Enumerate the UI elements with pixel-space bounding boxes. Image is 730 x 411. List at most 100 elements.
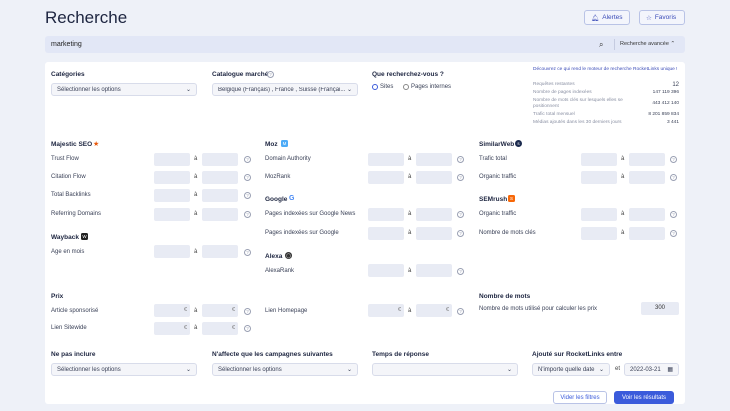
row-label: Lien Homepage: [265, 308, 308, 314]
clear-filters-button[interactable]: Vider les filtres: [553, 391, 607, 404]
help-icon[interactable]: ?: [670, 156, 677, 163]
max-input[interactable]: [629, 227, 665, 240]
search-icon[interactable]: ⌕: [599, 40, 603, 50]
max-input[interactable]: [629, 208, 665, 221]
min-input[interactable]: [581, 153, 617, 166]
catalogue-label: Catalogue marché: [212, 71, 269, 78]
discover-link[interactable]: Découvrez ce qui rend le moteur de reche…: [533, 67, 681, 73]
min-input[interactable]: [368, 171, 404, 184]
alerts-label: Alertes: [602, 14, 623, 21]
help-icon[interactable]: ?: [244, 211, 251, 218]
radio-internal-pages[interactable]: Pages internes: [403, 84, 451, 90]
min-input[interactable]: [581, 208, 617, 221]
google-title: Google: [265, 196, 288, 203]
help-icon[interactable]: ?: [457, 230, 464, 237]
favorites-button[interactable]: ☆ Favoris: [639, 10, 685, 25]
stat-label: Requêtes restantes: [533, 82, 575, 87]
chevron-down-icon: ⌄: [346, 367, 352, 373]
to-label: à: [621, 230, 625, 236]
min-input[interactable]: [154, 153, 190, 166]
help-icon[interactable]: ?: [457, 268, 464, 275]
row-label: MozRank: [265, 174, 291, 180]
max-input[interactable]: [202, 208, 238, 221]
chevron-down-icon: ⌄: [506, 367, 512, 373]
min-price-input[interactable]: €: [154, 304, 190, 317]
row-label: Lien Sitewide: [51, 325, 87, 331]
help-icon[interactable]: ?: [457, 308, 464, 315]
catalogue-select[interactable]: Belgique (Français) , France , Suisse (F…: [212, 83, 358, 96]
help-icon[interactable]: ?: [457, 174, 464, 181]
wayback-title: Wayback: [51, 234, 79, 241]
help-icon[interactable]: ?: [244, 156, 251, 163]
search-value: marketing: [51, 41, 82, 48]
added-label: Ajouté sur RocketLinks entre: [532, 351, 623, 358]
max-input[interactable]: [416, 208, 452, 221]
to-label: à: [408, 211, 412, 217]
added-to-date[interactable]: 2022-03-21 ▦: [624, 363, 679, 376]
max-input[interactable]: [629, 153, 665, 166]
advanced-search-toggle[interactable]: Recherche avancée ⌃: [620, 41, 675, 47]
to-label: à: [408, 308, 412, 314]
radio-checked-icon: [372, 84, 378, 90]
favorites-label: Favoris: [654, 14, 677, 21]
min-price-input[interactable]: €: [154, 322, 190, 335]
max-input[interactable]: [629, 171, 665, 184]
min-price-input[interactable]: €: [368, 304, 404, 317]
max-input[interactable]: [202, 171, 238, 184]
min-input[interactable]: [581, 227, 617, 240]
categories-select[interactable]: Sélectionner les options ⌄: [51, 83, 197, 96]
added-from-select[interactable]: N'importe quelle date ⌄: [532, 363, 610, 376]
to-label: à: [194, 249, 198, 255]
max-price-input[interactable]: €: [202, 304, 238, 317]
chevron-down-icon: ⌄: [346, 87, 352, 93]
min-input[interactable]: [368, 208, 404, 221]
max-input[interactable]: [416, 171, 452, 184]
words-input[interactable]: 300: [641, 302, 679, 315]
row-label: Pages indexées sur Google News: [265, 211, 356, 217]
max-input[interactable]: [202, 245, 238, 258]
to-label: à: [621, 174, 625, 180]
row-label: Domain Authority: [265, 156, 311, 162]
search-input[interactable]: [45, 36, 685, 53]
stat-label: Trafic total mensuel: [533, 112, 575, 117]
help-icon[interactable]: ?: [670, 230, 677, 237]
campaigns-select[interactable]: Sélectionner les options ⌄: [212, 363, 358, 376]
max-price-input[interactable]: €: [202, 322, 238, 335]
max-input[interactable]: [416, 264, 452, 277]
to-label: à: [194, 192, 198, 198]
row-label: Total Backlinks: [51, 192, 91, 198]
help-icon[interactable]: ?: [244, 308, 251, 315]
min-input[interactable]: [368, 153, 404, 166]
min-input[interactable]: [154, 171, 190, 184]
min-input[interactable]: [368, 264, 404, 277]
help-icon[interactable]: ?: [244, 174, 251, 181]
min-input[interactable]: [154, 189, 190, 202]
max-input[interactable]: [202, 153, 238, 166]
stat-label: Nombre de pages indexées: [533, 90, 592, 95]
help-icon[interactable]: ?: [244, 325, 251, 332]
and-label: et: [615, 366, 621, 372]
max-price-input[interactable]: €: [416, 304, 452, 317]
help-icon[interactable]: ?: [457, 156, 464, 163]
view-results-button[interactable]: Voir les résultats: [614, 391, 674, 404]
exclude-select[interactable]: Sélectionner les options ⌄: [51, 363, 197, 376]
help-icon[interactable]: ?: [670, 174, 677, 181]
response-time-select[interactable]: ⌄: [372, 363, 518, 376]
radio-sites[interactable]: Sites: [372, 84, 393, 90]
max-input[interactable]: [416, 227, 452, 240]
chevron-down-icon: ⌄: [185, 367, 191, 373]
alerts-button[interactable]: 🔔︎ Alertes: [584, 10, 630, 25]
price-title: Prix: [51, 293, 64, 300]
help-icon[interactable]: ?: [267, 71, 274, 78]
help-icon[interactable]: ?: [244, 192, 251, 199]
help-icon[interactable]: ?: [670, 211, 677, 218]
min-input[interactable]: [154, 208, 190, 221]
min-input[interactable]: [581, 171, 617, 184]
help-icon[interactable]: ?: [457, 211, 464, 218]
row-label: Organic traffic: [479, 211, 517, 217]
help-icon[interactable]: ?: [244, 249, 251, 256]
max-input[interactable]: [416, 153, 452, 166]
max-input[interactable]: [202, 189, 238, 202]
min-input[interactable]: [154, 245, 190, 258]
min-input[interactable]: [368, 227, 404, 240]
